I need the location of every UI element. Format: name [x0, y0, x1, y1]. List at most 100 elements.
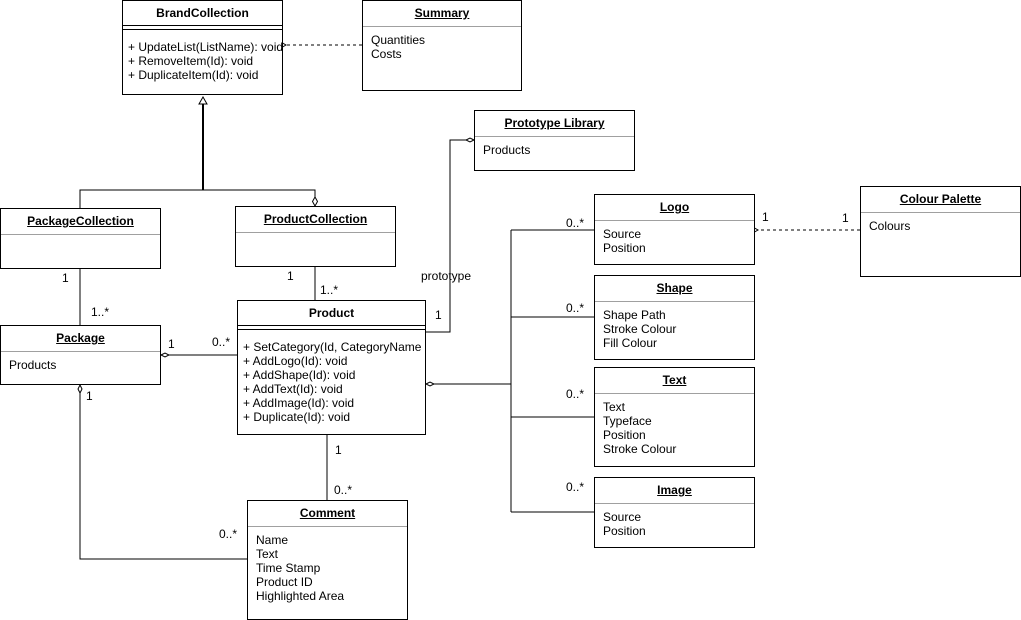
- multiplicity-label: 0..*: [212, 335, 231, 349]
- attribute: Time Stamp: [256, 561, 321, 575]
- operations-list: + UpdateList(ListName): void + RemoveIte…: [123, 30, 282, 82]
- class-productcollection[interactable]: ProductCollection: [235, 206, 396, 267]
- class-title-text: Shape: [656, 281, 693, 295]
- class-shape[interactable]: Shape Shape Path Stroke Colour Fill Colo…: [594, 275, 755, 360]
- class-title: Text: [595, 368, 754, 394]
- class-image[interactable]: Image Source Position: [594, 477, 755, 548]
- multiplicity-label: 1: [435, 308, 442, 322]
- attributes-list: Products: [475, 137, 634, 157]
- attribute: Source: [603, 510, 642, 524]
- class-title: Package: [1, 326, 160, 352]
- class-packagecollection[interactable]: PackageCollection: [0, 208, 161, 269]
- class-title: Image: [595, 478, 754, 504]
- multiplicity-label: 0..*: [334, 483, 353, 497]
- class-logo[interactable]: Logo Source Position: [594, 194, 755, 265]
- multiplicity-label: 1: [762, 210, 769, 224]
- class-title-text: Comment: [299, 506, 356, 520]
- attributes-list: Name Text Time Stamp Product ID Highligh…: [248, 527, 407, 603]
- association-label-prototype: prototype: [421, 269, 472, 283]
- operation: + AddLogo(Id): void: [243, 354, 348, 368]
- operation: + AddShape(Id): void: [243, 368, 356, 382]
- aggregation-diamond-icon: [159, 352, 171, 358]
- operations-list: + SetCategory(Id, CategoryName + AddLogo…: [238, 330, 425, 424]
- class-title: Colour Palette: [861, 187, 1020, 213]
- attributes-list: Products: [1, 352, 160, 372]
- class-title: BrandCollection: [123, 1, 282, 26]
- edge-prototypelibrary-product: [426, 139, 466, 333]
- attributes-list: Source Position: [595, 504, 754, 538]
- multiplicity-label: 1: [168, 337, 175, 351]
- attribute: Position: [603, 428, 646, 442]
- class-title: Logo: [595, 195, 754, 221]
- attribute: Stroke Colour: [603, 442, 677, 456]
- aggregation-diamond-icon: [77, 383, 83, 395]
- multiplicity-label: 1..*: [320, 283, 339, 297]
- operation: + DuplicateItem(Id): void: [128, 68, 259, 82]
- class-title-text: Prototype Library: [504, 116, 605, 130]
- operation: + SetCategory(Id, CategoryName: [243, 340, 422, 354]
- attributes-list: Quantities Costs: [363, 27, 521, 61]
- attribute: Shape Path: [603, 308, 666, 322]
- class-summary[interactable]: Summary Quantities Costs: [362, 0, 522, 91]
- class-title-text: PackageCollection: [27, 214, 134, 228]
- attributes-list: Text Typeface Position Stroke Colour: [595, 394, 754, 456]
- class-title-text: Summary: [414, 6, 470, 20]
- attribute: Fill Colour: [603, 336, 658, 350]
- attribute: Position: [603, 524, 646, 538]
- class-title-text: ProductCollection: [263, 212, 368, 226]
- class-title: Shape: [595, 276, 754, 302]
- class-product[interactable]: Product + SetCategory(Id, CategoryName +…: [237, 300, 426, 435]
- class-title: Summary: [363, 1, 521, 27]
- attributes-list: Colours: [861, 213, 1020, 233]
- operation: + AddImage(Id): void: [243, 396, 355, 410]
- multiplicity-label: 1: [335, 443, 342, 457]
- attribute: Products: [9, 358, 57, 372]
- class-title: Prototype Library: [475, 111, 634, 137]
- attribute: Position: [603, 241, 646, 255]
- attribute: Stroke Colour: [603, 322, 677, 336]
- class-title-text: Text: [662, 373, 687, 387]
- multiplicity-label: 1: [86, 389, 93, 403]
- aggregation-diamond-icon: [424, 381, 436, 387]
- operation: + UpdateList(ListName): void: [128, 40, 282, 54]
- attribute: Name: [256, 533, 289, 547]
- class-title-text: Package: [56, 331, 105, 345]
- aggregation-diamond-icon: [311, 195, 319, 208]
- attribute: Quantities: [371, 33, 426, 47]
- class-comment[interactable]: Comment Name Text Time Stamp Product ID …: [247, 500, 408, 620]
- attribute: Products: [483, 143, 531, 157]
- multiplicity-label: 1: [842, 211, 849, 225]
- attribute: Text: [603, 400, 626, 414]
- multiplicity-label: 0..*: [566, 387, 585, 401]
- attribute: Typeface: [603, 414, 652, 428]
- class-colour-palette[interactable]: Colour Palette Colours: [860, 186, 1021, 277]
- class-text[interactable]: Text Text Typeface Position Stroke Colou…: [594, 367, 755, 467]
- attribute: Source: [603, 227, 642, 241]
- multiplicity-label: 0..*: [566, 216, 585, 230]
- operation: + Duplicate(Id): void: [243, 410, 351, 424]
- class-title: PackageCollection: [1, 209, 160, 235]
- attributes-list: Source Position: [595, 221, 754, 255]
- class-package[interactable]: Package Products: [0, 325, 161, 385]
- attribute: Costs: [371, 47, 402, 61]
- class-title-text: Colour Palette: [899, 192, 982, 206]
- class-brandcollection[interactable]: BrandCollection + UpdateList(ListName): …: [122, 0, 283, 95]
- multiplicity-label: 0..*: [566, 480, 585, 494]
- class-title: Comment: [248, 501, 407, 527]
- attributes-list: Shape Path Stroke Colour Fill Colour: [595, 302, 754, 350]
- multiplicity-label: 1: [62, 271, 69, 285]
- multiplicity-label: 0..*: [219, 527, 238, 541]
- class-prototype-library[interactable]: Prototype Library Products: [474, 110, 635, 171]
- attribute: Text: [256, 547, 279, 561]
- attribute: Product ID: [256, 575, 313, 589]
- class-title-text: Logo: [659, 200, 690, 214]
- multiplicity-label: 1..*: [91, 305, 110, 319]
- class-title-text: Image: [657, 483, 692, 497]
- operation: + AddText(Id): void: [243, 382, 343, 396]
- multiplicity-label: 0..*: [566, 301, 585, 315]
- class-title: ProductCollection: [236, 207, 395, 233]
- multiplicity-label: 1: [287, 269, 294, 283]
- attribute: Highlighted Area: [256, 589, 345, 603]
- attribute: Colours: [869, 219, 911, 233]
- class-title: Product: [238, 301, 425, 326]
